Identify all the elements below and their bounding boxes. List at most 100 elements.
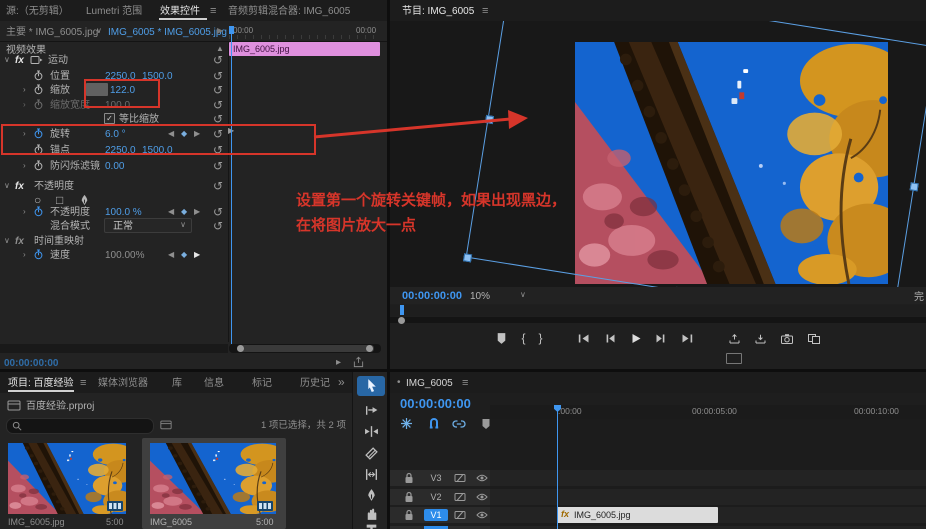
speed-expand-icon[interactable]: › <box>23 251 26 260</box>
stopwatch-icon[interactable] <box>33 160 44 171</box>
reset-icon[interactable]: ↺ <box>213 220 223 233</box>
panel-splitter-vertical[interactable] <box>387 0 390 529</box>
selection-tool-icon[interactable] <box>364 378 379 393</box>
ecp-playhead[interactable] <box>231 26 232 344</box>
uniform-scale-checkbox[interactable]: ✓ <box>104 113 115 124</box>
stopwatch-icon[interactable] <box>33 70 44 81</box>
tab-sequence[interactable]: IMG_6005 <box>406 378 453 389</box>
button-editor-icon[interactable] <box>726 353 742 364</box>
ecp-footer-timecode[interactable]: 00:00:00:00 <box>4 358 58 369</box>
transform-handle[interactable] <box>463 253 472 262</box>
track-content-v2[interactable] <box>490 489 926 505</box>
search-input[interactable] <box>25 420 149 433</box>
pen-mask-icon[interactable] <box>78 194 91 207</box>
eye-icon[interactable] <box>476 511 488 519</box>
fx-icon[interactable]: fx <box>15 181 24 192</box>
monitor-playhead[interactable] <box>400 305 404 315</box>
ripple-edit-tool-icon[interactable] <box>364 424 379 439</box>
ecp-mini-ruler[interactable] <box>229 30 381 39</box>
eye-icon[interactable] <box>476 474 488 482</box>
play-icon[interactable] <box>629 332 642 345</box>
ecp-zoom-handle-right[interactable] <box>366 345 373 352</box>
speed-value[interactable]: 100.00% <box>105 250 144 261</box>
tab-media-browser[interactable]: 媒体浏览器 <box>98 378 148 389</box>
ecp-props-scrollbar[interactable] <box>0 344 228 353</box>
ecp-zoom-scrollbar[interactable] <box>229 344 381 353</box>
opacity-value[interactable]: 100.0 % <box>105 207 142 218</box>
slip-tool-icon[interactable] <box>364 467 379 482</box>
time-remap-expand-icon[interactable]: ∨ <box>4 237 10 246</box>
fx-icon[interactable]: fx <box>15 55 24 66</box>
go-to-in-icon[interactable] <box>577 332 590 345</box>
reset-icon[interactable]: ↺ <box>213 206 223 219</box>
master-clip-label[interactable]: 主要 * IMG_6005.jpg <box>6 27 98 38</box>
monitor-scrollbar[interactable] <box>390 317 926 323</box>
tab-lumetri-scopes[interactable]: Lumetri 范围 <box>86 6 142 17</box>
new-bin-icon[interactable] <box>160 419 172 430</box>
panel-menu-icon[interactable]: ≡ <box>210 5 216 17</box>
motion-label[interactable]: 运动 <box>48 55 68 66</box>
motion-expand-icon[interactable]: ∨ <box>4 56 10 65</box>
add-keyframe-icon[interactable]: ◆ <box>181 251 187 260</box>
track-content-v3[interactable] <box>490 470 926 486</box>
project-item-thumbnail[interactable] <box>150 443 276 514</box>
step-forward-icon[interactable] <box>655 332 668 345</box>
ecp-zoom-handle-left[interactable] <box>237 345 244 352</box>
tab-program-monitor[interactable]: 节目: IMG_6005 <box>402 6 474 17</box>
tab-libraries[interactable]: 库 <box>172 378 182 389</box>
tab-audio-clip-mixer[interactable]: 音频剪辑混合器: IMG_6005 <box>228 6 350 17</box>
reset-icon[interactable]: ↺ <box>213 160 223 173</box>
extract-icon[interactable] <box>754 332 767 345</box>
ecp-zoom-bar[interactable] <box>237 345 374 352</box>
timeline-clip[interactable]: fx IMG_6005.jpg <box>557 507 718 523</box>
program-viewer[interactable] <box>390 21 926 287</box>
chevron-down-icon[interactable]: ∨ <box>96 27 102 36</box>
chevron-down-icon[interactable]: ∨ <box>520 291 526 300</box>
add-marker-icon[interactable] <box>495 332 508 345</box>
arrow-right-icon[interactable]: ▶ <box>217 27 223 36</box>
transform-handle[interactable] <box>910 182 919 191</box>
sync-lock-icon[interactable] <box>454 492 466 502</box>
mark-in-icon[interactable]: { <box>521 332 525 344</box>
opacity-expand-icon[interactable]: ∨ <box>4 182 10 191</box>
export-frame-icon[interactable] <box>780 332 794 345</box>
track-select-forward-tool-icon[interactable] <box>364 403 379 418</box>
next-keyframe-icon[interactable]: ▶ <box>194 208 200 217</box>
prev-keyframe-icon[interactable]: ◀ <box>168 251 174 260</box>
ecp-playhead-head[interactable] <box>229 26 234 34</box>
reset-icon[interactable]: ↺ <box>213 54 223 67</box>
tab-effect-controls[interactable]: 效果控件 <box>160 6 200 17</box>
reset-icon[interactable]: ↺ <box>213 180 223 193</box>
add-keyframe-icon[interactable]: ◆ <box>181 208 187 217</box>
antiflicker-expand-icon[interactable]: › <box>23 162 26 171</box>
transform-bounding-box[interactable] <box>466 21 926 287</box>
type-tool-icon[interactable] <box>364 522 379 529</box>
zoom-level-value[interactable]: 10% <box>470 291 490 302</box>
monitor-mini-ruler[interactable] <box>390 305 926 316</box>
opacity-value-expand-icon[interactable]: › <box>23 208 26 217</box>
razor-tool-icon[interactable] <box>364 446 379 461</box>
lift-icon[interactable] <box>728 332 741 345</box>
tab-source-monitor[interactable]: 源:（无剪辑） <box>6 6 69 17</box>
play-around-icon[interactable]: ▸ <box>336 357 341 368</box>
snap-magnet-icon[interactable] <box>428 417 440 429</box>
sync-lock-icon[interactable] <box>454 510 466 520</box>
stopwatch-icon-active[interactable] <box>33 249 44 260</box>
timeline-timecode[interactable]: 00:00:00:00 <box>400 397 471 411</box>
sync-lock-icon[interactable] <box>454 473 466 483</box>
sequence-clip-label[interactable]: IMG_6005 * IMG_6005.jpg <box>108 27 227 38</box>
stopwatch-icon-active[interactable] <box>33 206 44 217</box>
track-label-v2[interactable]: V2 <box>424 491 448 503</box>
fit-label[interactable]: 完 <box>914 292 924 303</box>
track-label-v3[interactable]: V3 <box>424 472 448 484</box>
pen-tool-icon[interactable] <box>364 488 379 503</box>
tab-history[interactable]: 历史记 <box>300 378 330 389</box>
tab-info[interactable]: 信息 <box>204 378 224 389</box>
item-name[interactable]: IMG_6005 <box>150 518 192 528</box>
tab-markers[interactable]: 标记 <box>252 378 272 389</box>
item-name[interactable]: IMG_6005.jpg <box>8 518 65 528</box>
rect-mask-icon[interactable]: □ <box>56 194 63 207</box>
ecp-clip-bar[interactable]: IMG_6005.jpg <box>229 42 380 56</box>
go-to-out-icon[interactable] <box>681 332 694 345</box>
opacity-group-label[interactable]: 不透明度 <box>34 181 74 192</box>
